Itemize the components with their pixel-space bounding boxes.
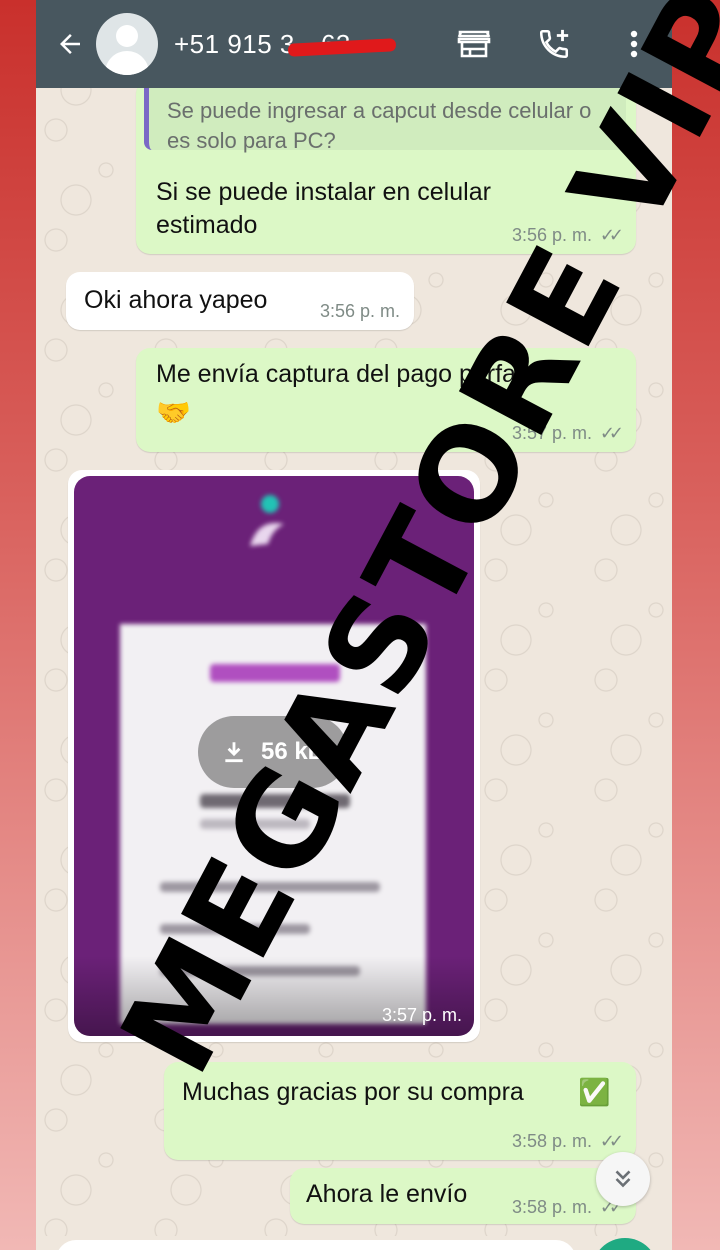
quoted-message[interactable]: Se puede ingresar a capcut desde celular… (144, 80, 626, 153)
message-text: Si se puede instalar en celular (156, 178, 491, 206)
image-thumbnail[interactable]: 56 kB 3:57 p. m. (74, 476, 474, 1036)
read-ticks-icon: ✓✓ (599, 1131, 624, 1151)
handshake-emoji: 🤝 (156, 397, 191, 428)
message-time: 3:58 p. m. (511, 1197, 592, 1217)
scroll-to-bottom-button[interactable] (596, 1152, 650, 1206)
download-button[interactable]: 56 kB (198, 716, 348, 788)
more-vert-icon[interactable] (614, 24, 654, 64)
contact-number: +51 915 3 (174, 28, 295, 59)
add-call-icon[interactable] (534, 24, 574, 64)
contact-title[interactable]: +51 915 3·· 63 (174, 28, 397, 60)
message-input[interactable] (56, 1240, 576, 1250)
message-bubble-outgoing[interactable]: Ahora le envío 3:58 p. m. ✓✓ (290, 1168, 636, 1224)
message-bubble-outgoing[interactable]: Muchas gracias por su compra ✅ 3:58 p. m… (164, 1062, 636, 1160)
message-text: Ahora le envío (306, 1180, 468, 1208)
message-time: 3:57 p. m. (511, 423, 592, 443)
quoted-text: Se puede ingresar a capcut desde celular… (167, 98, 592, 153)
message-time: 3:56 p. m. (511, 225, 592, 245)
message-time: 3:56 p. m. (319, 301, 400, 321)
message-time: 3:57 p. m. (381, 1005, 462, 1025)
arrow-left-icon[interactable] (48, 22, 92, 66)
message-bubble-outgoing[interactable]: Se puede ingresar a capcut desde celular… (136, 80, 636, 254)
avatar[interactable] (96, 13, 158, 75)
read-ticks-icon: ✓✓ (599, 225, 624, 245)
chat-screen: +51 915 3·· 63 Se puede ingresar a capcu… (36, 0, 672, 1250)
download-icon (225, 742, 243, 763)
message-text: Muchas gracias por su compra (182, 1078, 524, 1106)
store-icon[interactable] (454, 24, 494, 64)
yape-logo-icon (250, 495, 284, 546)
message-bubble-outgoing[interactable]: Me envía captura del pago porfavor 🤝 3:5… (136, 348, 636, 452)
message-text: Me envía captura del pago porfavor (156, 360, 551, 388)
image-size: 56 kB (260, 738, 326, 765)
message-text: Oki ahora yapeo (84, 286, 268, 314)
check-emoji: ✅ (578, 1077, 611, 1107)
double-chevron-down-icon (615, 1170, 631, 1188)
message-text-line2: estimado (156, 211, 258, 239)
read-ticks-icon: ✓✓ (599, 423, 624, 443)
message-time: 3:58 p. m. (511, 1131, 592, 1151)
message-bubble-incoming[interactable]: Oki ahora yapeo 3:56 p. m. (66, 272, 414, 330)
chat-header: +51 915 3·· 63 (36, 0, 672, 88)
